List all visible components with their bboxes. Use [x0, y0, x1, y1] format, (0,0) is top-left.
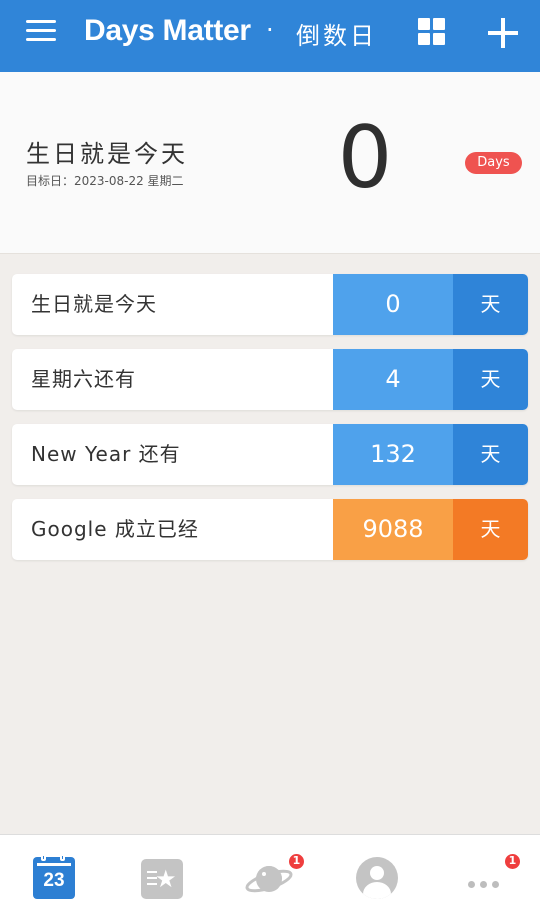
event-unit: 天: [453, 424, 528, 485]
bottom-nav: 23 ★ 1 1: [0, 834, 540, 922]
event-unit: 天: [453, 349, 528, 410]
favorites-icon[interactable]: ★: [141, 859, 183, 899]
event-list: 生日就是今天 0 天 星期六还有 4 天 New Year 还有 132 天 G…: [12, 274, 528, 574]
event-name: 星期六还有: [31, 367, 136, 391]
avatar-icon[interactable]: [356, 857, 398, 899]
calendar-day: 23: [43, 870, 65, 891]
event-days: 132: [333, 424, 453, 485]
app-header: Days Matter · 倒数日: [0, 0, 540, 72]
event-row[interactable]: Google 成立已经 9088 天: [12, 499, 528, 560]
event-unit: 天: [453, 274, 528, 335]
app-screen: Days Matter · 倒数日 生日就是今天 目标日：2023-08-22 …: [0, 0, 540, 922]
event-name: 生日就是今天: [31, 292, 157, 316]
event-days: 0: [333, 274, 453, 335]
event-days: 4: [333, 349, 453, 410]
discover-badge: 1: [288, 853, 305, 870]
planet-icon[interactable]: 1: [244, 853, 305, 899]
more-icon[interactable]: 1: [468, 853, 521, 888]
grid-view-icon[interactable]: [418, 18, 446, 46]
event-row[interactable]: New Year 还有 132 天: [12, 424, 528, 485]
add-event-icon[interactable]: [486, 16, 520, 50]
days-badge: Days: [465, 152, 522, 174]
title-separator: ·: [266, 16, 274, 44]
app-subtitle: 倒数日: [296, 22, 377, 50]
calendar-icon[interactable]: 23: [33, 854, 75, 899]
event-days: 9088: [333, 499, 453, 560]
event-unit: 天: [453, 499, 528, 560]
more-badge: 1: [504, 853, 521, 870]
app-title: Days Matter: [84, 14, 251, 47]
menu-icon[interactable]: [26, 20, 56, 44]
event-row[interactable]: 星期六还有 4 天: [12, 349, 528, 410]
featured-days-count: 0: [337, 108, 393, 208]
event-row[interactable]: 生日就是今天 0 天: [12, 274, 528, 335]
event-name: Google 成立已经: [31, 517, 199, 541]
featured-event-card[interactable]: 生日就是今天 目标日：2023-08-22 星期二 0 Days: [0, 72, 540, 254]
event-name: New Year 还有: [31, 442, 181, 466]
